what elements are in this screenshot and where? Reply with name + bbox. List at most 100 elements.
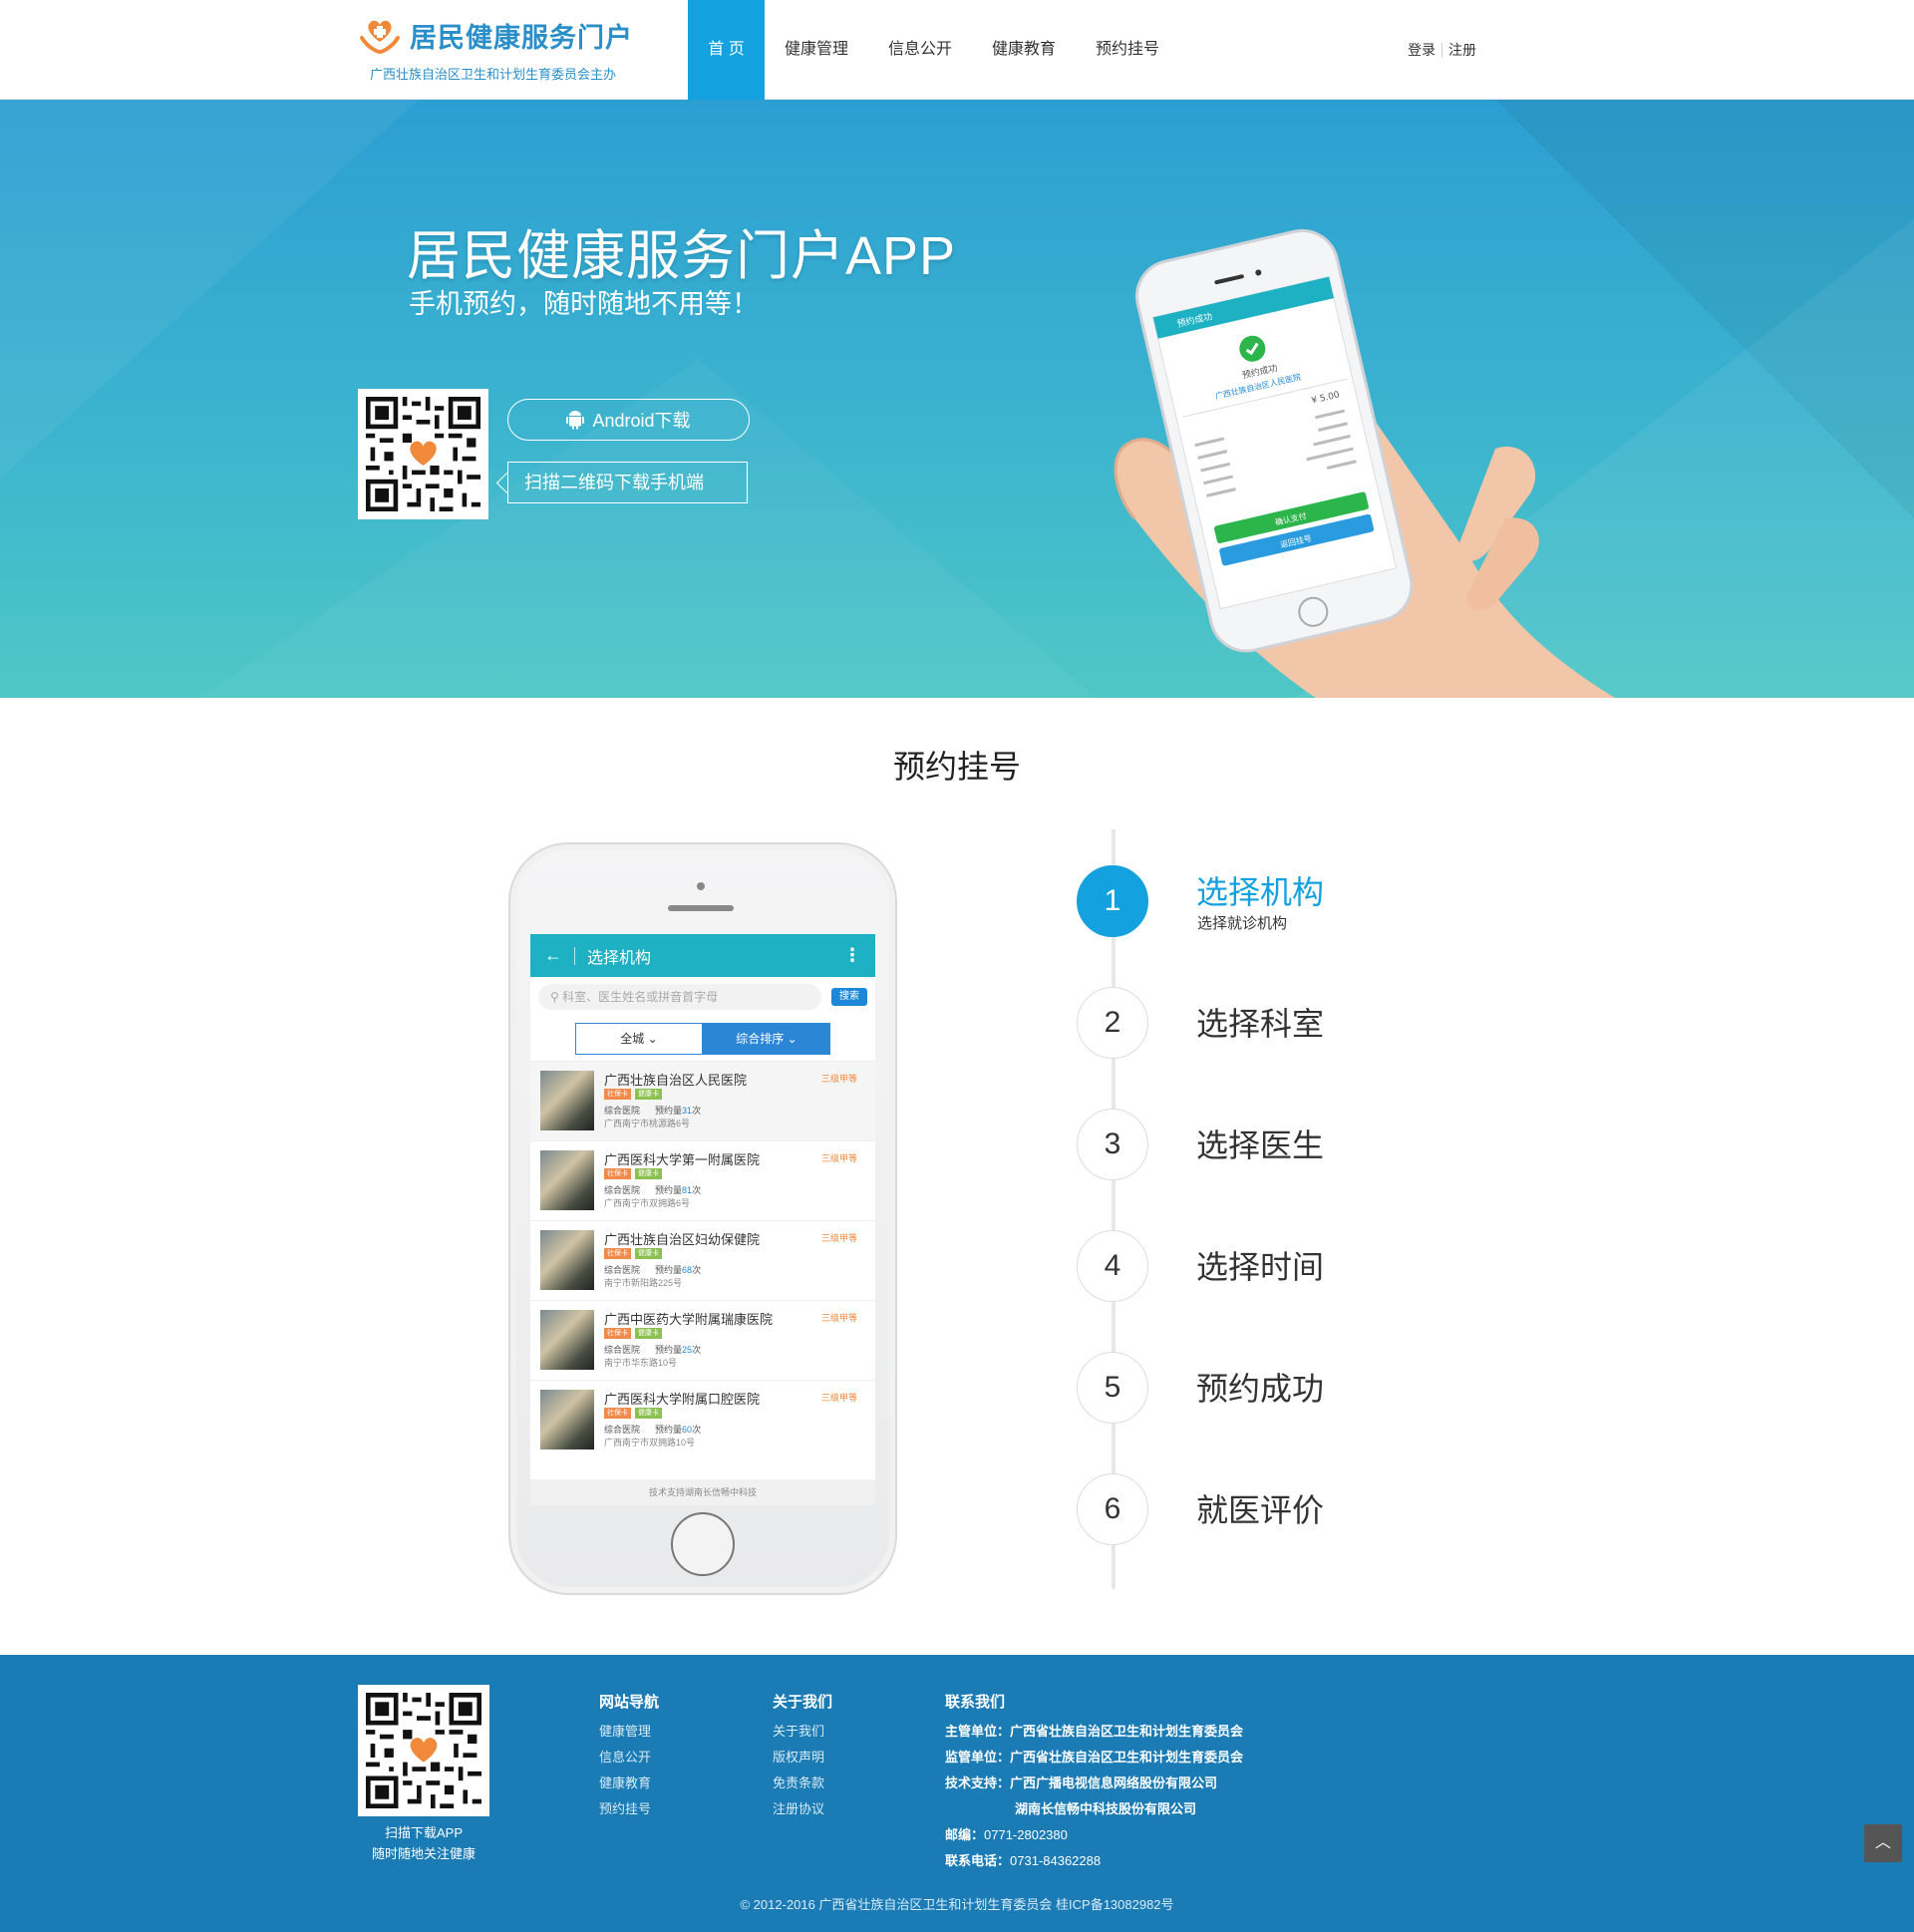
footer-about-title: 关于我们 xyxy=(773,1694,833,1711)
step-appointment-success[interactable]: 5 预约成功 xyxy=(1077,1352,1475,1426)
hospital-photo xyxy=(540,1310,594,1370)
step-select-doctor[interactable]: 3 选择医生 xyxy=(1077,1109,1475,1182)
count-suffix: 次 xyxy=(692,1345,702,1355)
hospital-name: 广西壮族自治区人民医院 xyxy=(604,1073,748,1088)
android-icon xyxy=(566,411,585,430)
hospital-list-item[interactable]: 广西医科大学附属口腔医院 三级甲等 社保卡 健康卡 综合医院 预约量60次 广西南… xyxy=(530,1380,875,1459)
footer-site-nav: 网站导航 健康管理 信息公开 健康教育 预约挂号 xyxy=(599,1691,659,1822)
step-select-department[interactable]: 2 选择科室 xyxy=(1077,987,1475,1061)
footer-qr-code xyxy=(358,1685,489,1816)
step-label: 选择机构 xyxy=(1196,874,1325,910)
hospital-grade: 三级甲等 xyxy=(820,1313,857,1323)
section-title: 预约挂号 xyxy=(892,749,1021,785)
hospital-type: 综合医院 xyxy=(604,1345,641,1355)
hospital-name: 广西医科大学附属口腔医院 xyxy=(604,1392,761,1407)
app-search-input[interactable]: ⚲ 科室、医生姓名或拼音首字母 xyxy=(538,984,821,1010)
search-icon: ⚲ xyxy=(550,990,563,1004)
auth-divider xyxy=(1441,43,1442,57)
contact-value: 湖南长信畅中科技股份有限公司 xyxy=(1015,1801,1197,1816)
hospital-photo xyxy=(540,1150,594,1210)
filter-city[interactable]: 全城 ⌄ xyxy=(575,1023,703,1055)
hospital-list-item[interactable]: 广西壮族自治区妇幼保健院 三级甲等 社保卡 健康卡 综合医院 预约量68次 南宁市… xyxy=(530,1220,875,1300)
site-footer: 扫描下载APP 随时随地关注健康 网站导航 健康管理 信息公开 健康教育 预约挂… xyxy=(0,1655,1914,1932)
nav-item-appointment[interactable]: 预约挂号 xyxy=(1076,0,1179,100)
main-nav: 首 页 健康管理 信息公开 健康教育 预约挂号 xyxy=(688,0,1179,100)
step-label: 选择时间 xyxy=(1196,1249,1325,1285)
hospital-grade: 三级甲等 xyxy=(820,1153,857,1163)
contact-value: 0771-2802380 xyxy=(984,1827,1068,1842)
hero-subtitle: 手机预约，随时随地不用等！ xyxy=(409,289,759,319)
hospital-meta: 综合医院 预约量68次 xyxy=(604,1263,701,1276)
footer-link[interactable]: 免责条款 xyxy=(773,1771,832,1796)
step-description: 选择就诊机构 xyxy=(1197,915,1288,932)
app-filter-tabs: 全城 ⌄ 综合排序 ⌄ xyxy=(530,1017,875,1061)
contact-zip: 邮编：0771-2802380 xyxy=(945,1822,1243,1848)
hospital-list-item[interactable]: 广西中医药大学附属瑞康医院 三级甲等 社保卡 健康卡 综合医院 预约量25次 南宁… xyxy=(530,1300,875,1380)
hero-title: 居民健康服务门户APP xyxy=(407,226,957,286)
footer-nav-title: 网站导航 xyxy=(599,1694,660,1711)
health-card-badge: 健康卡 xyxy=(635,1248,662,1259)
footer-contact-title: 联系我们 xyxy=(945,1694,1006,1711)
more-menu-icon[interactable]: ⋮ xyxy=(843,945,861,966)
step-select-institution[interactable]: 1 选择机构 选择就诊机构 xyxy=(1077,865,1475,939)
back-arrow-icon[interactable]: ← xyxy=(544,945,562,966)
logo-title: 居民健康服务门户 xyxy=(410,23,633,53)
hospital-address: 广西南宁市双拥路6号 xyxy=(604,1198,691,1208)
count-prefix: 预约量 xyxy=(655,1185,683,1195)
hospital-type: 综合医院 xyxy=(604,1425,641,1435)
app-search-row: ⚲ 科室、医生姓名或拼音首字母 搜索 xyxy=(530,977,875,1017)
nav-item-health-management[interactable]: 健康管理 xyxy=(765,0,868,100)
footer-link[interactable]: 版权声明 xyxy=(773,1745,832,1771)
register-link[interactable]: 注册 xyxy=(1448,40,1476,60)
nav-item-health-education[interactable]: 健康教育 xyxy=(972,0,1076,100)
app-screen: ← 选择机构 ⋮ ⚲ 科室、医生姓名或拼音首字母 搜索 全城 ⌄ 综合排序 ⌄ … xyxy=(530,934,875,1505)
health-card-badge: 健康卡 xyxy=(635,1328,662,1339)
android-download-button[interactable]: Android下载 xyxy=(507,399,750,441)
nav-item-home[interactable]: 首 页 xyxy=(688,0,765,100)
hospital-meta: 综合医院 预约量60次 xyxy=(604,1423,701,1436)
social-card-badge: 社保卡 xyxy=(604,1328,631,1339)
step-select-time[interactable]: 4 选择时间 xyxy=(1077,1230,1475,1304)
step-medical-review[interactable]: 6 就医评价 xyxy=(1077,1473,1475,1547)
hospital-type: 综合医院 xyxy=(604,1106,641,1116)
contact-value: 广西省壮族自治区卫生和计划生育委员会 xyxy=(1010,1724,1244,1739)
appointment-count: 81 xyxy=(682,1185,693,1195)
app-search-button[interactable]: 搜索 xyxy=(831,988,867,1006)
logo-subtitle: 广西壮族自治区卫生和计划生育委员会主办 xyxy=(370,67,617,82)
step-label: 选择科室 xyxy=(1196,1006,1325,1042)
hospital-list-item[interactable]: 广西医科大学第一附属医院 三级甲等 社保卡 健康卡 综合医院 预约量81次 广西南… xyxy=(530,1140,875,1220)
footer-about: 关于我们 关于我们 版权声明 免责条款 注册协议 xyxy=(773,1691,832,1822)
step-number: 2 xyxy=(1077,987,1148,1059)
chevron-down-icon: ⌄ xyxy=(647,1032,658,1046)
hospital-list-item[interactable]: 广西壮族自治区人民医院 三级甲等 社保卡 健康卡 综合医院 预约量31次 广西南宁… xyxy=(530,1061,875,1140)
footer-contact: 联系我们 主管单位：广西省壮族自治区卫生和计划生育委员会 监管单位：广西省壮族自… xyxy=(945,1691,1243,1874)
hospital-address: 南宁市华东路10号 xyxy=(604,1358,678,1368)
footer-link[interactable]: 预约挂号 xyxy=(599,1796,659,1822)
count-suffix: 次 xyxy=(692,1425,702,1435)
search-placeholder: 科室、医生姓名或拼音首字母 xyxy=(562,990,719,1004)
login-link[interactable]: 登录 xyxy=(1408,40,1436,60)
footer-link[interactable]: 健康教育 xyxy=(599,1771,659,1796)
hospital-name: 广西中医药大学附属瑞康医院 xyxy=(604,1312,774,1327)
hero-banner: 居民健康服务门户APP 手机预约，随时随地不用等！ Android下载 扫描二维… xyxy=(0,100,1914,698)
hospital-name: 广西医科大学第一附属医院 xyxy=(604,1152,761,1167)
contact-label: 邮编： xyxy=(945,1827,985,1842)
appointment-count: 68 xyxy=(682,1265,693,1275)
site-logo[interactable]: 居民健康服务门户 广西壮族自治区卫生和计划生育委员会主办 xyxy=(358,12,657,88)
appointment-count: 60 xyxy=(682,1425,693,1435)
filter-sort[interactable]: 综合排序 ⌄ xyxy=(703,1023,830,1055)
social-card-badge: 社保卡 xyxy=(604,1089,631,1100)
footer-link[interactable]: 关于我们 xyxy=(773,1719,832,1745)
footer-link[interactable]: 健康管理 xyxy=(599,1719,659,1745)
footer-link[interactable]: 注册协议 xyxy=(773,1796,832,1822)
back-to-top-button[interactable]: ︿ xyxy=(1864,1824,1902,1862)
hospital-photo xyxy=(540,1230,594,1290)
contact-monitor: 监管单位：广西省壮族自治区卫生和计划生育委员会 xyxy=(945,1745,1243,1771)
nav-item-info-disclosure[interactable]: 信息公开 xyxy=(868,0,972,100)
footer-link[interactable]: 信息公开 xyxy=(599,1745,659,1771)
step-number: 1 xyxy=(1077,865,1148,937)
contact-value: 广西省壮族自治区卫生和计划生育委员会 xyxy=(1010,1750,1244,1765)
hospital-meta: 综合医院 预约量31次 xyxy=(604,1104,701,1117)
contact-label: 监管单位： xyxy=(945,1750,1011,1765)
hospital-address: 南宁市新阳路225号 xyxy=(604,1278,683,1288)
